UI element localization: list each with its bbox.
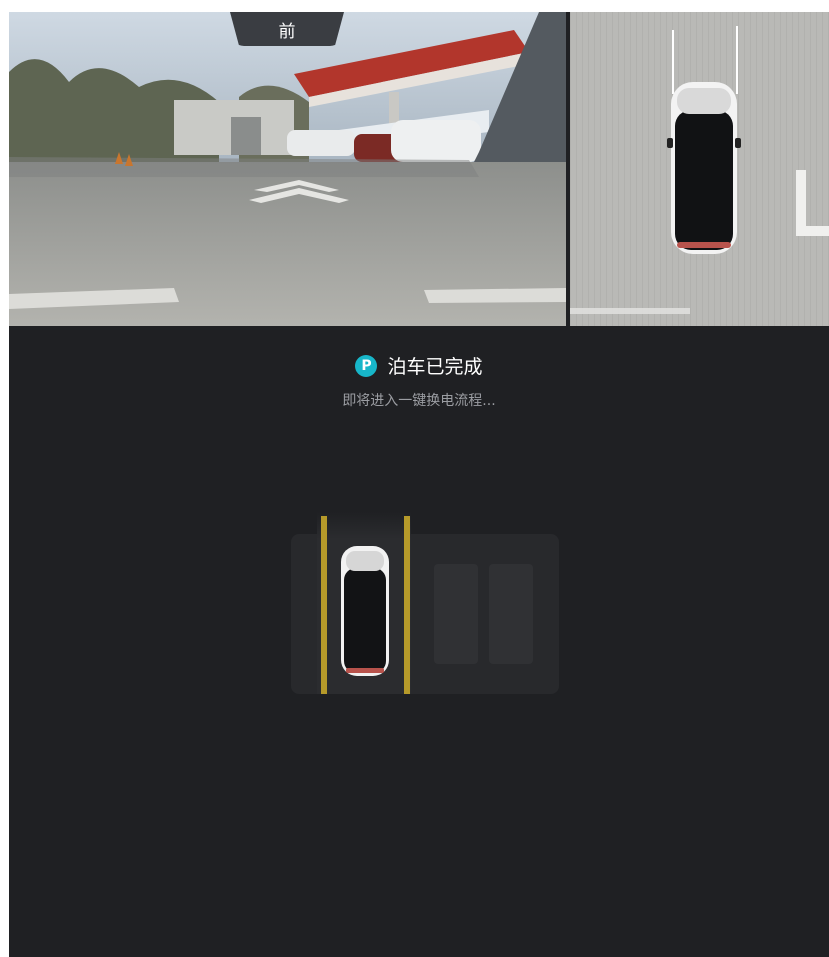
parking-icon: P [355,354,378,377]
status-title: 泊车已完成 [387,356,483,378]
parking-screen: 前 P 泊车已完成 即将进入一键换电流程... [9,12,829,957]
parking-slot-diagram [291,512,561,702]
slot-line-left [321,516,327,694]
front-camera-image [9,12,566,326]
swap-bay-right [489,564,533,664]
top-view-image [570,12,829,326]
status-subtitle: 即将进入一键换电流程... [342,393,496,409]
front-camera-view[interactable]: 前 [9,12,566,326]
swap-bay-left [434,564,478,664]
parking-status-header: P 泊车已完成 [9,352,829,379]
front-camera-label-tab[interactable]: 前 [230,12,344,46]
slot-line-right [404,516,410,694]
front-camera-label: 前 [278,21,296,42]
top-view-camera[interactable] [570,12,829,326]
car-top-view [341,546,389,676]
